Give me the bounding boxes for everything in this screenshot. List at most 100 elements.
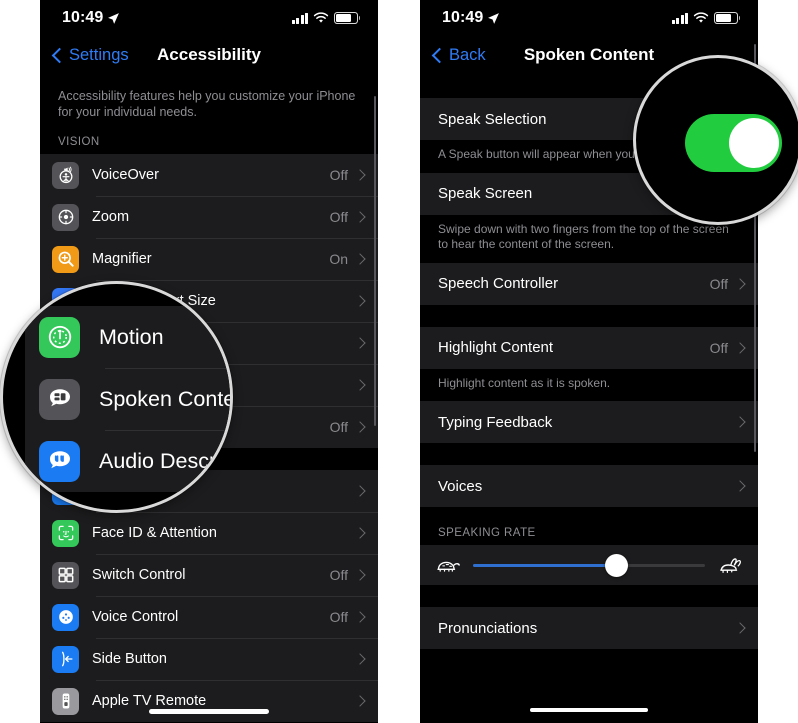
face-id-icon [52,519,79,547]
location-arrow-icon [108,12,120,24]
magnified-row-motion[interactable]: Motion [25,306,230,368]
magnified-row-label: Audio Descripti [99,448,233,473]
chevron-right-icon [354,211,366,223]
chevron-right-icon [734,277,746,290]
row-value: Off [329,209,348,225]
magnified-row-audio-descripti[interactable]: Audio Descripti [25,430,233,492]
magnifier-circle-left: Motion Spoken Content Audio Descripti [0,281,233,513]
row-voices[interactable]: Voices [420,465,758,507]
tortoise-icon [437,561,460,572]
magnified-row-spoken-content[interactable]: Spoken Content [25,368,230,430]
pronunciations-label: Pronunciations [438,619,538,637]
status-bar-time-right: 10:49 [442,9,500,27]
typing-feedback-label: Typing Feedback [438,413,553,431]
row-zoom[interactable]: Zoom Off [40,196,378,238]
wifi-icon [313,12,329,23]
row-value: Off [329,167,348,183]
speaking-rate-fill [473,563,617,567]
speech-controller-value: Off [709,275,728,292]
location-arrow-icon [488,12,500,24]
speech-controller-label: Speech Controller [438,275,559,292]
row-label: Apple TV Remote [92,693,207,709]
side-button-icon [52,645,79,673]
row-value: On [329,251,348,267]
row-voiceover[interactable]: VoiceOver Off [40,154,378,196]
chevron-right-icon [734,480,746,492]
back-to-settings-button[interactable]: Settings [51,45,129,65]
chevron-right-icon [354,295,366,307]
magnifier-icon [52,245,79,273]
row-speech-controller[interactable]: Speech Controller Off [420,262,758,305]
row-value: Off [329,609,348,625]
row-label: Voice Control [92,609,179,625]
speaking-rate-track[interactable] [473,553,705,577]
magnifier-circle-right [633,55,798,225]
switch-control-icon [52,561,79,589]
nav-bar-left: Settings Accessibility [40,36,378,74]
home-indicator-left[interactable] [149,709,269,714]
time-label: 10:49 [62,9,104,26]
row-label: Magnifier [92,251,152,267]
gap-after-typing-feedback [420,443,758,465]
voices-label: Voices [438,477,483,495]
status-bar-right: 10:49 [420,0,758,36]
back-button[interactable]: Back [431,45,486,65]
chevron-left-icon [51,47,68,63]
row-voice-control[interactable]: Voice Control Off [40,596,378,638]
row-apple-tv-remote[interactable]: Apple TV Remote [40,680,378,722]
gap-before-pronunciations [420,585,758,607]
apple-tv-remote-icon [52,687,79,715]
speaking-rate-slider-row[interactable] [420,545,758,585]
chevron-right-icon [354,695,366,707]
row-magnifier[interactable]: Magnifier On [40,238,378,280]
chevron-right-icon [734,341,746,354]
section-header-vision: VISION [40,132,378,154]
magnified-speak-selection-toggle[interactable] [685,114,782,172]
row-label: VoiceOver [92,167,159,183]
chevron-right-icon [354,421,366,433]
signal-bars-icon [291,12,308,24]
home-indicator-right[interactable] [530,708,648,712]
gap-before-speaking-rate [420,507,758,523]
row-side-button[interactable]: Side Button [40,638,378,680]
status-bar-indicators-right [671,12,741,24]
chevron-left-icon [431,47,448,63]
time-label: 10:49 [442,9,484,26]
status-bar-left: 10:49 [40,0,378,36]
highlight-content-label: Highlight Content [438,339,554,356]
battery-icon [334,12,361,24]
signal-bars-icon [671,12,688,24]
back-label: Back [449,45,486,64]
chevron-right-icon [354,653,366,665]
chevron-right-icon [354,485,366,497]
row-typing-feedback[interactable]: Typing Feedback [420,401,758,443]
zoom-icon [52,203,79,231]
voice-control-icon [52,603,79,631]
motion-icon [39,316,80,358]
screenshot-stage: 10:49 Settings Accessibility Accessibili… [0,0,798,723]
chevron-right-icon [354,379,366,391]
row-face-id-attention[interactable]: Face ID & Attention [40,512,378,554]
chevron-right-icon [734,416,746,428]
highlight-content-description: Highlight content as it is spoken. [420,368,758,401]
row-pronunciations[interactable]: Pronunciations [420,607,758,649]
row-label: Zoom [92,209,130,225]
back-label: Settings [69,45,129,64]
speaking-rate-thumb[interactable] [605,553,629,577]
magnified-row-label: Motion [99,324,164,349]
row-value: Off [329,567,348,583]
wifi-icon [693,12,709,23]
hare-icon [720,558,741,573]
chevron-right-icon [354,611,366,623]
row-label: Switch Control [92,567,186,583]
status-bar-indicators-left [291,12,361,24]
chevron-right-icon [354,253,366,265]
status-bar-time-left: 10:49 [62,9,120,27]
chevron-right-icon [354,569,366,581]
gap-after-speech-controller [420,304,758,327]
spoken-content-icon [39,378,80,420]
row-switch-control[interactable]: Switch Control Off [40,554,378,596]
row-highlight-content[interactable]: Highlight Content Off [420,326,758,369]
audio-descriptions-icon [39,440,80,482]
scroll-indicator-left[interactable] [373,96,376,426]
